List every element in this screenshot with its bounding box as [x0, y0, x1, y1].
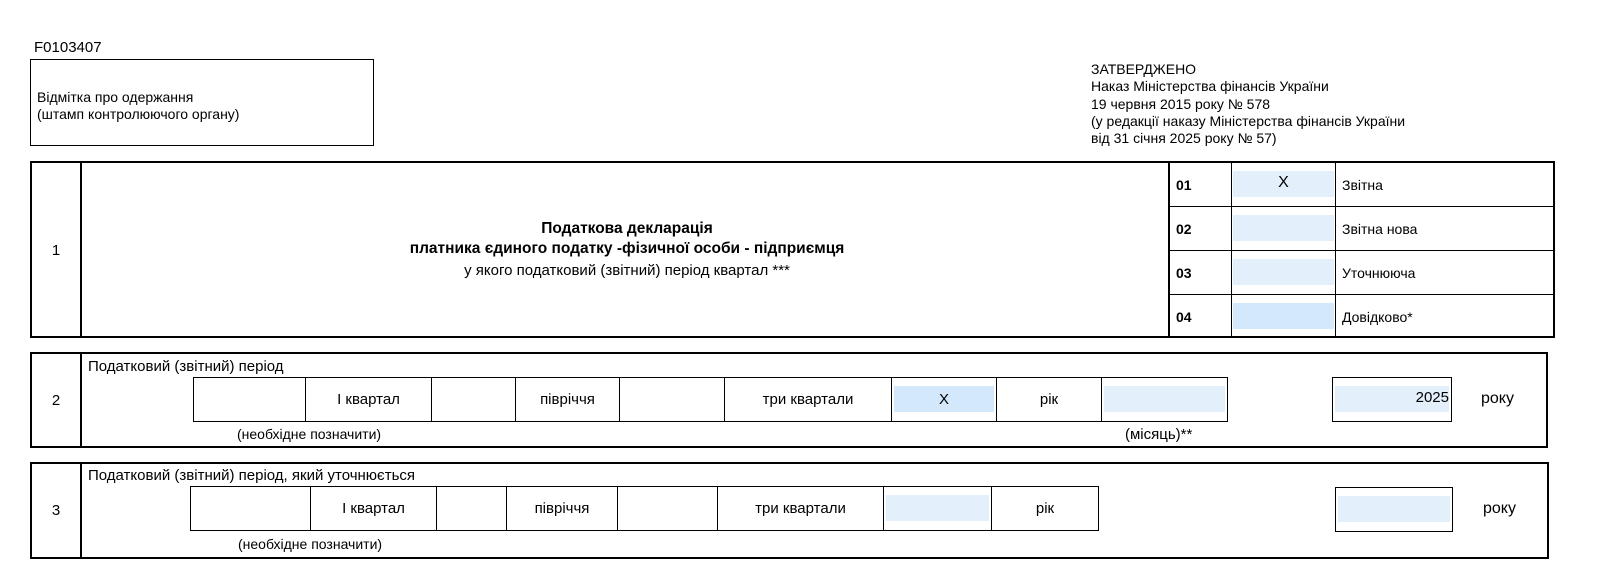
three-quarters-label: три квартали: [725, 378, 892, 421]
section-2-tax-period: 2 Податковий (звітний) період І квартал …: [30, 352, 1548, 448]
year-number-input[interactable]: 2025: [1332, 377, 1452, 422]
declaration-title: Податкова декларація: [541, 220, 713, 237]
corr-q1-label: І квартал: [311, 487, 437, 530]
type-04-label: Довідково*: [1342, 309, 1413, 325]
year-number-value: 2025: [1415, 389, 1449, 406]
corr-year-number-input[interactable]: [1335, 487, 1453, 532]
stamp-sublabel: (штамп контролюючого органу): [37, 106, 240, 122]
approval-line-5: від 31 січня 2025 року № 57): [1091, 130, 1277, 147]
three-quarters-value: X: [938, 391, 949, 408]
year-label: рік: [997, 378, 1102, 421]
declaration-period-note: у якого податковий (звітний) період квар…: [464, 262, 790, 279]
approval-line-4: (у редакції наказу Міністерства фінансів…: [1091, 112, 1406, 129]
corr-year-label: рік: [1035, 500, 1055, 517]
corr-q1-input[interactable]: [191, 487, 311, 530]
corr-half-year-input[interactable]: [437, 487, 507, 530]
type-02-label: Звітна нова: [1342, 221, 1418, 237]
section-1-number: 1: [51, 242, 61, 259]
section-3-number: 3: [51, 502, 61, 519]
type-01-value: X: [1278, 174, 1289, 191]
type-04-input[interactable]: [1233, 303, 1334, 329]
approval-line-2: Наказ Міністерства фінансів України: [1091, 78, 1329, 95]
receipt-stamp-box: Відмітка про одержання (штамп контролююч…: [30, 59, 374, 146]
type-03-input[interactable]: [1233, 259, 1334, 285]
corr-three-quarters-label: три квартали: [718, 487, 884, 530]
period-selector: І квартал півріччя три квартали X рік: [193, 377, 1228, 422]
half-year-label: півріччя: [516, 378, 620, 421]
corr-half-year-label: півріччя: [507, 487, 618, 530]
three-quarters-blank: [620, 378, 725, 421]
year-input[interactable]: [1102, 378, 1227, 421]
corr-year-suffix: року: [1483, 500, 1516, 517]
type-02-input[interactable]: [1233, 215, 1334, 241]
section-3-heading: Податковий (звітний) період, який уточню…: [88, 467, 416, 484]
section-1-declaration-type: 1 Податкова декларація платника єдиного …: [30, 161, 1555, 338]
section-3-corrected-period: 3 Податковий (звітний) період, який уточ…: [30, 462, 1549, 559]
type-03-code: 03: [1176, 265, 1192, 281]
type-02-code: 02: [1176, 221, 1192, 237]
form-code: F0103407: [34, 39, 102, 56]
approval-block: ЗАТВЕРДЖЕНО Наказ Міністерства фінансів …: [1091, 61, 1405, 147]
half-year-input[interactable]: [432, 378, 516, 421]
section-2-number: 2: [51, 392, 61, 409]
type-04-code: 04: [1176, 309, 1192, 325]
type-01-label: Звітна: [1342, 177, 1383, 193]
type-03-label: Уточнююча: [1342, 265, 1416, 281]
section-2-heading: Податковий (звітний) період: [88, 358, 284, 375]
corrected-period-selector: І квартал півріччя три квартали рік: [190, 486, 1099, 531]
declaration-subtitle: платника єдиного податку -фізичної особи…: [409, 240, 845, 257]
stamp-label: Відмітка про одержання: [37, 89, 194, 105]
year-suffix: року: [1481, 390, 1514, 407]
type-01-code: 01: [1176, 177, 1192, 193]
month-note: (місяць)**: [1125, 426, 1193, 443]
q1-label: І квартал: [306, 378, 432, 421]
section-3-mark-note: (необхідне позначити): [238, 536, 383, 552]
three-quarters-input[interactable]: X: [892, 378, 997, 421]
corr-three-quarters-blank: [618, 487, 718, 530]
section-2-mark-note: (необхідне позначити): [237, 426, 382, 442]
approval-line-3: 19 червня 2015 року № 578: [1091, 95, 1271, 112]
corr-three-quarters-input[interactable]: [884, 487, 992, 530]
q1-input[interactable]: [194, 378, 306, 421]
approval-line-1: ЗАТВЕРДЖЕНО: [1091, 61, 1197, 77]
